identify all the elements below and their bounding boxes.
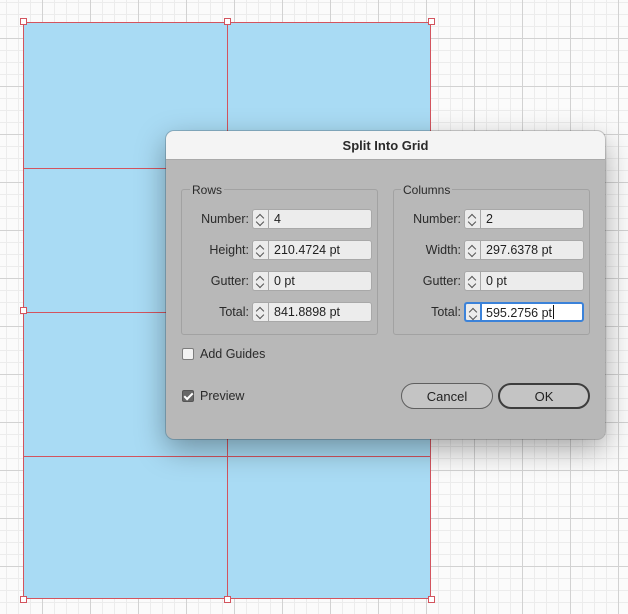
add-guides-option[interactable]: Add Guides [182,347,265,361]
selection-handle-top-right[interactable] [428,18,435,25]
stepper-arrows-icon[interactable] [252,240,268,260]
columns-total-input[interactable]: 595.2756 pt [480,302,584,322]
columns-width-input[interactable]: 297.6378 pt [480,240,584,260]
selection-handle-bottom-left[interactable] [20,596,27,603]
dialog-titlebar[interactable]: Split Into Grid [166,131,605,160]
columns-total-label: Total: [431,305,461,319]
rows-total-input[interactable]: 841.8898 pt [268,302,372,322]
preview-label: Preview [200,389,245,403]
columns-total-value: 595.2756 pt [486,306,553,320]
rows-group-label: Rows [190,183,225,197]
selection-handle-middle-left[interactable] [20,307,27,314]
rows-number-input[interactable]: 4 [268,209,372,229]
stepper-arrows-icon[interactable] [252,302,268,322]
rows-gutter-input[interactable]: 0 pt [268,271,372,291]
stepper-arrows-icon[interactable] [464,240,480,260]
rows-total-row: Total: 841.8898 pt [186,302,372,322]
rows-height-row: Height: 210.4724 pt [186,240,372,260]
columns-number-label: Number: [413,212,461,226]
rows-total-label: Total: [219,305,249,319]
rows-gutter-label: Gutter: [210,274,249,288]
stepper-arrows-icon[interactable] [464,209,480,229]
preview-option[interactable]: Preview [182,389,244,403]
columns-number-input[interactable]: 2 [480,209,584,229]
selection-handle-bottom-right[interactable] [428,596,435,603]
stepper-arrows-icon[interactable] [252,209,268,229]
ok-button[interactable]: OK [498,383,590,409]
columns-gutter-label: Gutter: [422,274,461,288]
rows-gutter-row: Gutter: 0 pt [186,271,372,291]
selection-handle-bottom-center[interactable] [224,596,231,603]
stepper-arrows-icon[interactable] [464,302,480,322]
rows-number-label: Number: [201,212,249,226]
add-guides-checkbox[interactable] [182,348,194,360]
columns-number-row: Number: 2 [398,209,584,229]
stepper-arrows-icon[interactable] [252,271,268,291]
preview-checkbox[interactable] [182,390,194,402]
cancel-button[interactable]: Cancel [401,383,493,409]
split-into-grid-dialog: Split Into Grid Rows Columns Number: 4 H… [166,131,605,439]
columns-total-row: Total: 595.2756 pt [398,302,584,322]
columns-width-row: Width: 297.6378 pt [398,240,584,260]
selection-handle-top-left[interactable] [20,18,27,25]
dialog-title: Split Into Grid [342,137,429,153]
add-guides-label: Add Guides [200,347,266,361]
rows-number-row: Number: 4 [186,209,372,229]
stepper-arrows-icon[interactable] [464,271,480,291]
text-caret [553,305,555,319]
columns-gutter-input[interactable]: 0 pt [480,271,584,291]
columns-width-label: Width: [425,243,461,257]
columns-gutter-row: Gutter: 0 pt [398,271,584,291]
columns-group-label: Columns [401,183,453,197]
selection-handle-top-center[interactable] [224,18,231,25]
grid-row-divider-3 [24,456,430,457]
rows-height-label: Height: [209,243,249,257]
rows-height-input[interactable]: 210.4724 pt [268,240,372,260]
